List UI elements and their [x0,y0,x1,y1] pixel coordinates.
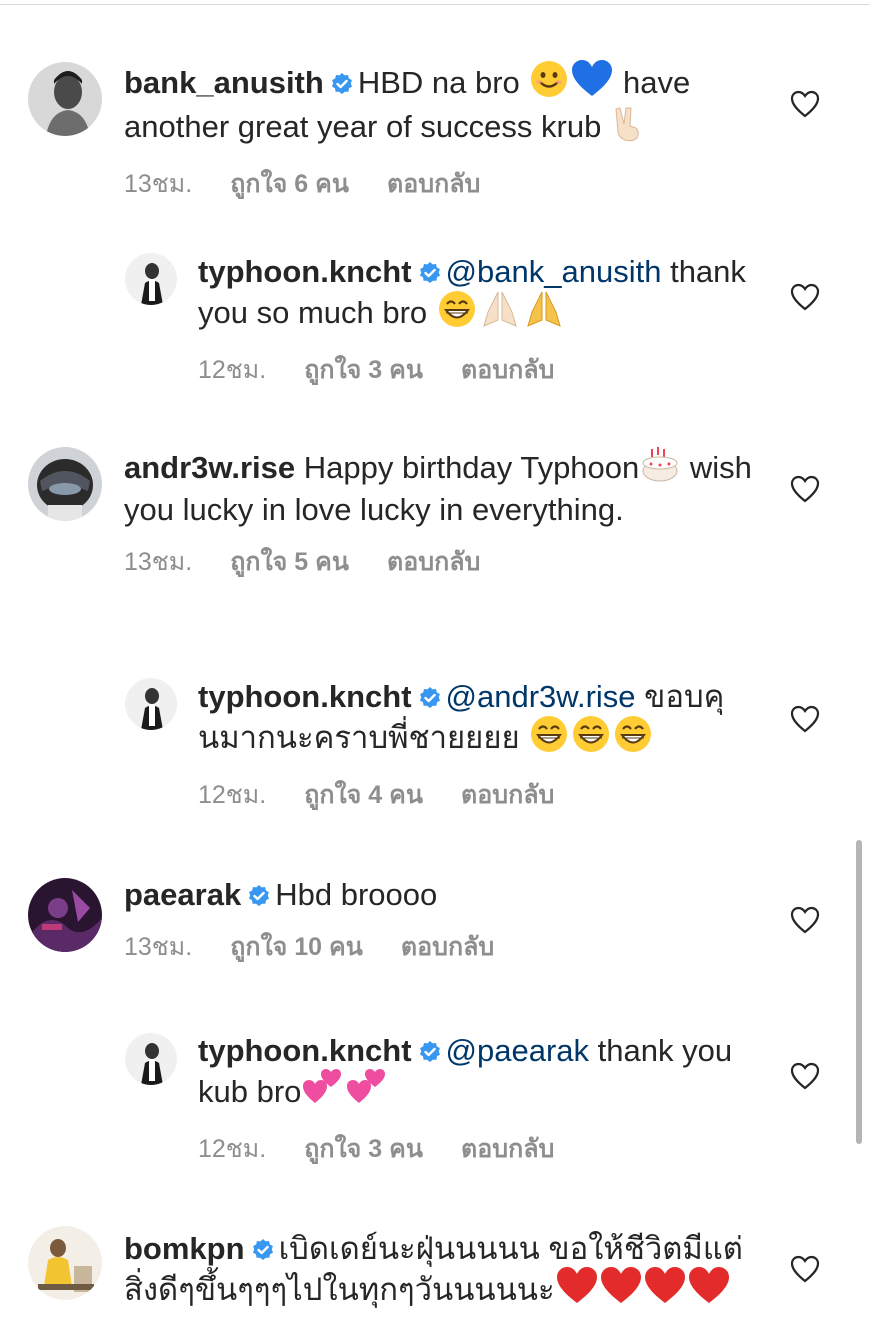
red-heart-emoji-icon [556,1267,597,1313]
birthday-cake-emoji-icon [641,445,679,491]
scrollbar-thumb[interactable] [856,840,862,1144]
comment-meta: 12ชม. ถูกใจ 3 คน ตอบกลับ [198,350,768,390]
heart-outline-icon[interactable] [790,90,820,118]
comment-body: typhoon.kncht @bank_anusith thank you so … [198,253,768,390]
username[interactable]: paearak [124,877,241,912]
comment-time: 12ชม. [198,1135,267,1163]
red-heart-emoji-icon [688,1267,729,1313]
comment-body: bomkpn เบิดเดย์นะฝุ่นนนนน ขอให้ชีวิตมีแต่… [124,1230,774,1313]
username[interactable]: bomkpn [124,1231,245,1266]
verified-badge-icon [419,1041,440,1062]
top-divider [0,4,870,5]
mention-link[interactable]: @andr3w.rise [446,679,636,714]
reply-button[interactable]: ตอบกลับ [401,927,494,967]
likes-count[interactable]: ถูกใจ 6 คน [230,164,349,204]
likes-count[interactable]: ถูกใจ 3 คน [304,350,423,390]
comment-time: 13ชม. [124,548,193,576]
comment-time: 13ชม. [124,933,193,961]
victory-hand-emoji-icon [612,106,644,150]
comment-meta: 12ชม. ถูกใจ 3 คน ตอบกลับ [198,1129,758,1169]
verified-badge-icon [331,73,352,94]
blue-heart-emoji-icon [572,60,613,106]
likes-count[interactable]: ถูกใจ 3 คน [304,1129,423,1169]
comment-text: bank_anusith HBD na bro have another grea… [124,60,774,150]
comment-message: Hbd broooo [275,877,438,912]
smiling-face-emoji-icon [530,60,568,106]
mention-link[interactable]: @paearak [446,1033,590,1068]
heart-outline-icon[interactable] [790,475,820,503]
red-heart-emoji-icon [644,1267,685,1313]
grinning-face-emoji-icon [530,715,568,761]
comment-meta: 13ชม. ถูกใจ 6 คน ตอบกลับ [124,164,774,204]
heart-outline-icon[interactable] [790,1255,820,1283]
username[interactable]: typhoon.kncht [198,254,412,289]
avatar[interactable] [28,62,102,136]
reply-button[interactable]: ตอบกลับ [387,164,480,204]
folded-hands-emoji-icon [524,290,564,336]
comment-message: Happy birthday Typhoon [303,450,640,485]
grinning-face-emoji-icon [438,290,476,336]
comment-body: typhoon.kncht @paearak thank you kub bro … [198,1032,758,1169]
verified-badge-icon [252,1239,273,1260]
reply-button[interactable]: ตอบกลับ [387,542,480,582]
two-hearts-emoji-icon [347,1069,387,1115]
comment-text: bomkpn เบิดเดย์นะฝุ่นนนนน ขอให้ชีวิตมีแต่… [124,1230,774,1313]
comment-meta: 13ชม. ถูกใจ 10 คน ตอบกลับ [124,927,764,967]
comment-body: typhoon.kncht @andr3w.rise ขอบคุนมากนะครา… [198,678,758,815]
two-hearts-emoji-icon [303,1069,343,1115]
comment-meta: 13ชม. ถูกใจ 5 คน ตอบกลับ [124,542,764,582]
reply-button[interactable]: ตอบกลับ [461,775,554,815]
avatar[interactable] [28,878,102,952]
mention-link[interactable]: @bank_anusith [446,254,662,289]
reply-button[interactable]: ตอบกลับ [461,350,554,390]
red-heart-emoji-icon [600,1267,641,1313]
comment-time: 13ชม. [124,170,193,198]
comment-body: bank_anusith HBD na bro have another grea… [124,60,774,204]
comment-body: andr3w.rise Happy birthday Typhoon wish … [124,445,764,582]
avatar[interactable] [125,253,177,305]
likes-count[interactable]: ถูกใจ 4 คน [304,775,423,815]
comment-time: 12ชม. [198,781,267,809]
heart-outline-icon[interactable] [790,283,820,311]
comment-message: HBD na bro [357,65,520,100]
likes-count[interactable]: ถูกใจ 5 คน [230,542,349,582]
comment-text: paearak Hbd broooo [124,876,764,913]
username[interactable]: typhoon.kncht [198,1033,412,1068]
avatar[interactable] [125,1033,177,1085]
comment-text: typhoon.kncht @bank_anusith thank you so … [198,253,768,336]
folded-hands-emoji-icon [480,290,520,336]
username[interactable]: andr3w.rise [124,450,295,485]
avatar[interactable] [125,678,177,730]
comment-text: andr3w.rise Happy birthday Typhoon wish … [124,445,764,528]
grinning-face-emoji-icon [572,715,610,761]
reply-button[interactable]: ตอบกลับ [461,1129,554,1169]
avatar[interactable] [28,1226,102,1300]
verified-badge-icon [419,262,440,283]
verified-badge-icon [419,687,440,708]
grinning-face-emoji-icon [614,715,652,761]
comment-meta: 12ชม. ถูกใจ 4 คน ตอบกลับ [198,775,758,815]
comments-page: bank_anusith HBD na bro have another grea… [0,0,870,1329]
verified-badge-icon [249,885,270,906]
avatar[interactable] [28,447,102,521]
comment-text: typhoon.kncht @andr3w.rise ขอบคุนมากนะครา… [198,678,758,761]
comment-time: 12ชม. [198,356,267,384]
likes-count[interactable]: ถูกใจ 10 คน [230,927,363,967]
heart-outline-icon[interactable] [790,705,820,733]
comment-body: paearak Hbd broooo 13ชม. ถูกใจ 10 คน ตอบกลั… [124,876,764,967]
comment-text: typhoon.kncht @paearak thank you kub bro [198,1032,758,1115]
heart-outline-icon[interactable] [790,906,820,934]
username[interactable]: typhoon.kncht [198,679,412,714]
heart-outline-icon[interactable] [790,1062,820,1090]
username[interactable]: bank_anusith [124,65,324,100]
